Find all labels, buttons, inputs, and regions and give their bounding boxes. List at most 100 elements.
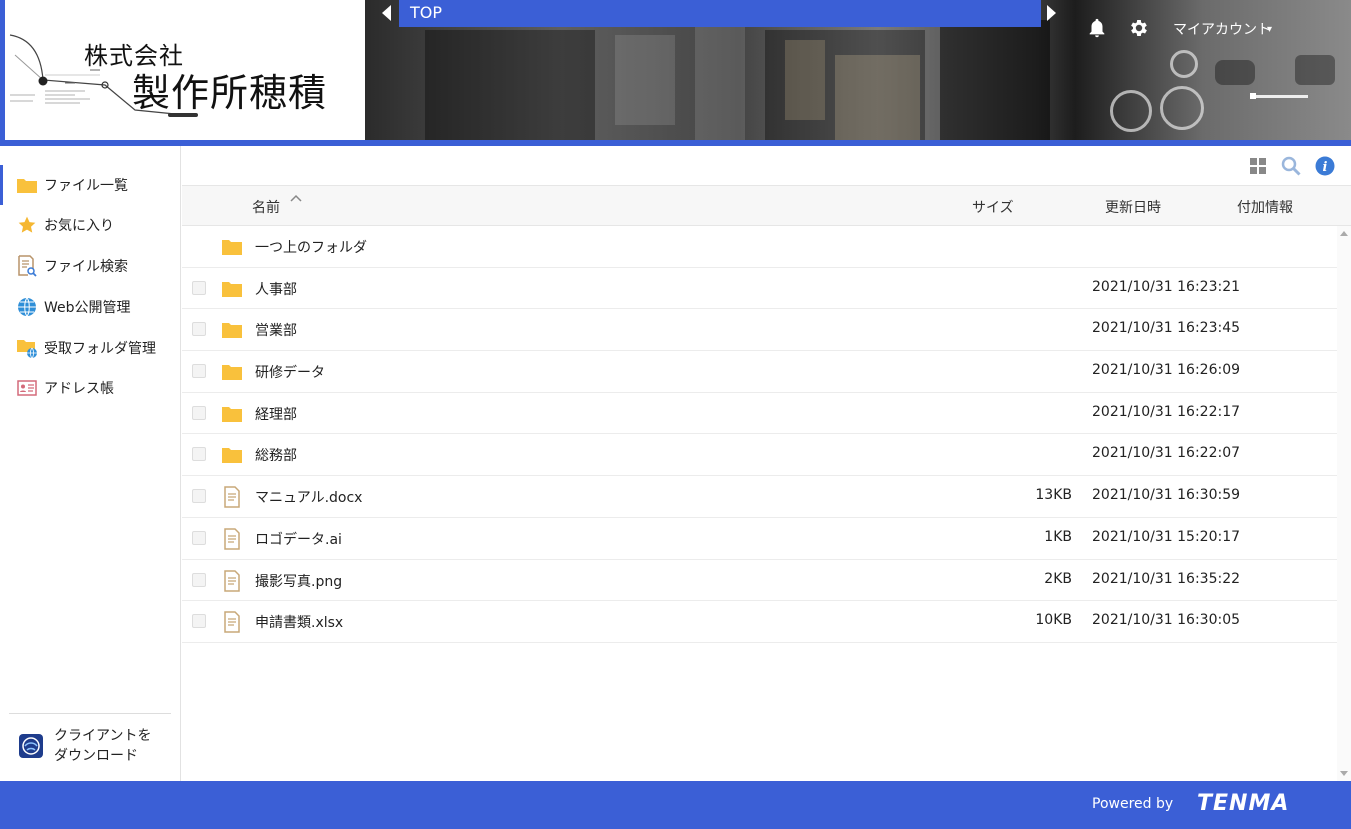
star-icon	[16, 214, 38, 236]
info-icon[interactable]: i	[1315, 156, 1335, 176]
column-header-extra[interactable]: 付加情報	[1237, 197, 1293, 217]
sidebar-item-label: お気に入り	[44, 218, 114, 234]
sidebar-item-web-publish[interactable]: Web公開管理	[0, 287, 180, 327]
client-download-link[interactable]: クライアントを ダウンロード	[18, 726, 151, 766]
sidebar: ファイル一覧 お気に入り ファイル検索 Web公開管理 受取フォルダ管理 アドレ…	[0, 146, 181, 781]
folder-icon	[222, 323, 242, 339]
search-icon[interactable]	[1281, 156, 1301, 176]
scroll-up-arrow[interactable]	[1340, 231, 1348, 236]
row-checkbox[interactable]	[192, 614, 206, 629]
vertical-scrollbar[interactable]	[1337, 226, 1351, 781]
my-account-menu[interactable]: マイアカウント	[1173, 19, 1271, 39]
row-modified: 2021/10/31 16:22:17	[1092, 403, 1241, 420]
folder-globe-icon	[16, 337, 38, 359]
row-checkbox[interactable]	[192, 572, 206, 587]
scroll-down-arrow[interactable]	[1340, 771, 1348, 776]
row-modified: 2021/10/31 15:20:17	[1092, 528, 1241, 545]
folder-row[interactable]: 人事部 2021/10/31 16:23:21	[182, 268, 1337, 310]
row-checkbox[interactable]	[192, 489, 206, 504]
row-modified: 2021/10/31 16:22:07	[1092, 445, 1241, 462]
sidebar-item-file-list[interactable]: ファイル一覧	[0, 165, 180, 205]
folder-icon	[222, 365, 242, 381]
row-name: 経理部	[255, 406, 297, 423]
column-header-name[interactable]: 名前	[252, 197, 280, 217]
client-download-label[interactable]: クライアントを ダウンロード	[54, 726, 151, 766]
sort-ascending-icon[interactable]	[290, 194, 302, 202]
powered-by-label: Powered by	[1092, 796, 1174, 812]
folder-row[interactable]: 経理部 2021/10/31 16:22:17	[182, 393, 1337, 435]
row-name: 総務部	[255, 448, 297, 465]
sidebar-divider	[9, 713, 171, 714]
row-checkbox[interactable]	[192, 364, 206, 379]
row-name: 研修データ	[255, 365, 325, 382]
company-logo[interactable]: 株式会社 製作所穂積	[0, 0, 365, 140]
folder-icon	[222, 406, 242, 422]
row-modified: 2021/10/31 16:30:59	[1092, 487, 1241, 504]
column-header-size[interactable]: サイズ	[972, 197, 1014, 217]
row-name: 人事部	[255, 281, 297, 298]
sidebar-item-label: ファイル検索	[44, 259, 128, 275]
row-name: 申請書類.xlsx	[255, 615, 344, 632]
row-checkbox[interactable]	[192, 280, 206, 295]
row-name: 一つ上のフォルダ	[255, 240, 367, 256]
row-checkbox[interactable]	[192, 447, 206, 462]
sidebar-item-label: ファイル一覧	[44, 178, 128, 194]
file-search-icon	[16, 255, 38, 277]
folder-icon	[222, 448, 242, 464]
globe-icon	[16, 296, 38, 318]
row-checkbox[interactable]	[192, 405, 206, 420]
folder-icon	[222, 240, 242, 255]
row-checkbox[interactable]	[192, 322, 206, 337]
folder-row[interactable]: 営業部 2021/10/31 16:23:45	[182, 309, 1337, 352]
file-row[interactable]: マニュアル.docx 13KB 2021/10/31 16:30:59	[182, 476, 1337, 518]
sidebar-item-file-search[interactable]: ファイル検索	[0, 246, 180, 286]
sidebar-item-label: アドレス帳	[44, 381, 114, 397]
document-icon	[224, 569, 240, 592]
document-icon	[224, 528, 240, 550]
file-row[interactable]: 申請書類.xlsx 10KB 2021/10/31 16:30:05	[182, 601, 1337, 643]
sidebar-item-label: 受取フォルダ管理	[44, 341, 156, 357]
chevron-down-icon[interactable]: ▾	[1267, 24, 1272, 35]
breadcrumb-prev-arrow[interactable]	[382, 5, 391, 21]
footer: Powered by TENMA	[0, 781, 1351, 829]
sidebar-item-favorites[interactable]: お気に入り	[0, 205, 180, 245]
gear-icon[interactable]	[1128, 17, 1150, 39]
row-checkbox[interactable]	[192, 530, 206, 545]
bell-icon[interactable]	[1086, 17, 1108, 39]
svg-text:i: i	[1323, 160, 1328, 175]
sidebar-item-address-book[interactable]: アドレス帳	[0, 368, 180, 408]
file-row[interactable]: 撮影写真.png 2KB 2021/10/31 16:35:22	[182, 560, 1337, 602]
grid-icon[interactable]	[1248, 156, 1268, 176]
row-name: 撮影写真.png	[255, 573, 343, 590]
row-name: 営業部	[255, 323, 297, 340]
file-table-header: 名前 サイズ 更新日時 付加情報	[182, 186, 1351, 226]
tenma-logo[interactable]: TENMA	[1197, 791, 1289, 816]
sidebar-item-receive-folder[interactable]: 受取フォルダ管理	[0, 328, 180, 368]
folder-icon	[222, 281, 242, 297]
file-row[interactable]: ロゴデータ.ai 1KB 2021/10/31 15:20:17	[182, 518, 1337, 560]
row-name: マニュアル.docx	[255, 490, 363, 507]
row-modified: 2021/10/31 16:26:09	[1092, 362, 1241, 379]
client-app-icon	[19, 734, 43, 758]
file-list: 一つ上のフォルダ 人事部 2021/10/31 16:23:21 営業部 2021/1…	[182, 226, 1337, 643]
document-icon	[224, 611, 240, 633]
address-card-icon	[16, 377, 38, 399]
row-size: 2KB	[1044, 570, 1072, 587]
column-header-modified[interactable]: 更新日時	[1105, 197, 1161, 217]
breadcrumb-next-arrow[interactable]	[1047, 5, 1056, 21]
parent-folder-row[interactable]: 一つ上のフォルダ	[182, 226, 1337, 268]
toolbar: i	[182, 146, 1351, 186]
row-size: 1KB	[1044, 528, 1072, 545]
breadcrumb-current[interactable]: TOP	[410, 3, 442, 22]
row-size: 13KB	[1035, 487, 1072, 504]
row-name: ロゴデータ.ai	[255, 531, 342, 548]
breadcrumb[interactable]: TOP	[399, 0, 1041, 27]
document-icon	[224, 486, 240, 508]
sidebar-item-label: Web公開管理	[44, 300, 131, 316]
row-modified: 2021/10/31 16:30:05	[1092, 612, 1241, 629]
folder-row[interactable]: 研修データ 2021/10/31 16:26:09	[182, 351, 1337, 393]
folder-row[interactable]: 総務部 2021/10/31 16:22:07	[182, 434, 1337, 477]
row-modified: 2021/10/31 16:23:21	[1092, 278, 1241, 295]
company-name: 製作所穂積	[132, 71, 328, 115]
row-modified: 2021/10/31 16:23:45	[1092, 320, 1241, 337]
